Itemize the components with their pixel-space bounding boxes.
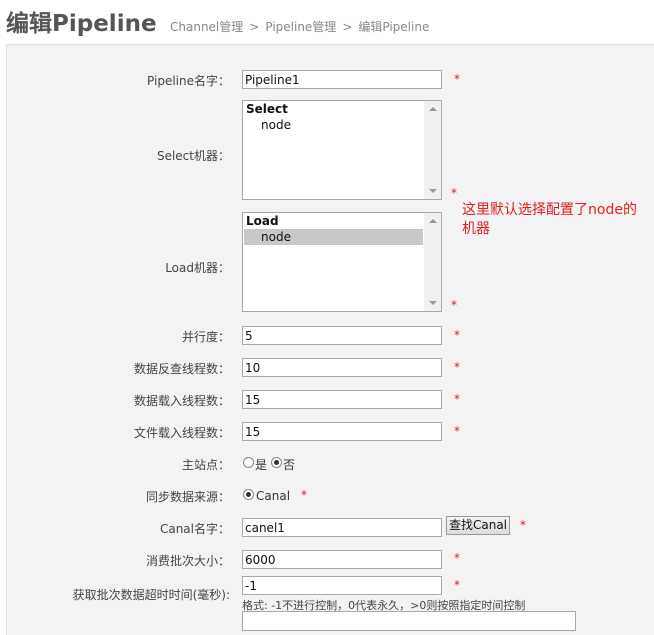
extract-threads-label: 数据反查线程数： bbox=[133, 362, 230, 376]
breadcrumb: Channel管理 > Pipeline管理 > 编辑Pipeline bbox=[170, 18, 429, 35]
required-marker: * bbox=[451, 298, 457, 312]
canal-name-input[interactable] bbox=[242, 518, 442, 537]
extract-threads-input[interactable] bbox=[242, 358, 442, 377]
scroll-down-icon[interactable] bbox=[429, 189, 437, 193]
required-marker: * bbox=[454, 424, 460, 438]
main-station-label: 主站点： bbox=[181, 458, 230, 472]
canal-name-label: Canal名字： bbox=[159, 522, 230, 536]
load-threads-input[interactable] bbox=[242, 390, 442, 409]
load-machine-label: Load机器： bbox=[165, 261, 230, 275]
scroll-up-icon[interactable] bbox=[429, 219, 437, 223]
select-group-label: Select bbox=[246, 102, 288, 116]
select-machine-listbox[interactable]: Select node bbox=[242, 100, 442, 200]
main-station-yes-radio[interactable] bbox=[243, 457, 254, 468]
breadcrumb-item-channel[interactable]: Channel管理 bbox=[170, 20, 243, 34]
required-marker: * bbox=[454, 392, 460, 406]
main-station-yes-label[interactable]: 是 bbox=[255, 456, 267, 473]
main-station-no-label[interactable]: 否 bbox=[283, 456, 295, 473]
batch-timeout-label: 获取批次数据超时时间(毫秒): bbox=[72, 588, 230, 602]
sync-source-canal-label[interactable]: Canal bbox=[256, 489, 290, 503]
required-marker: * bbox=[301, 488, 307, 502]
required-marker: * bbox=[451, 186, 457, 200]
main-station-no-radio[interactable] bbox=[271, 457, 282, 468]
parallelism-label: 并行度： bbox=[181, 330, 230, 344]
find-canal-button[interactable]: 查找Canal bbox=[446, 516, 510, 535]
select-machine-label: Select机器： bbox=[156, 149, 230, 163]
description-textarea[interactable] bbox=[242, 611, 576, 631]
breadcrumb-separator: > bbox=[342, 20, 353, 34]
sync-source-label: 同步数据来源： bbox=[145, 490, 230, 504]
batch-size-label: 消费批次大小： bbox=[145, 554, 230, 568]
load-group-label: Load bbox=[246, 214, 279, 228]
file-load-threads-label: 文件载入线程数： bbox=[133, 426, 230, 440]
select-option-node[interactable]: node bbox=[244, 117, 423, 133]
select-scrollbar[interactable] bbox=[424, 101, 441, 199]
breadcrumb-item-pipeline[interactable]: Pipeline管理 bbox=[265, 20, 336, 34]
parallelism-input[interactable] bbox=[242, 326, 442, 345]
scroll-up-icon[interactable] bbox=[429, 107, 437, 111]
load-scrollbar[interactable] bbox=[424, 213, 441, 311]
pipeline-name-input[interactable] bbox=[242, 70, 442, 89]
required-marker: * bbox=[454, 72, 460, 86]
required-marker: * bbox=[454, 578, 460, 592]
load-option-node[interactable]: node bbox=[244, 229, 423, 245]
sync-source-canal-radio[interactable] bbox=[243, 489, 254, 500]
breadcrumb-separator: > bbox=[249, 20, 260, 34]
batch-timeout-input[interactable] bbox=[242, 576, 442, 595]
required-marker: * bbox=[520, 518, 526, 532]
pipeline-name-label: Pipeline名字： bbox=[147, 74, 230, 88]
required-marker: * bbox=[454, 551, 460, 565]
page-header: 编辑Pipeline Channel管理 > Pipeline管理 > 编辑Pipeli… bbox=[0, 0, 654, 44]
annotation-note: 这里默认选择配置了node的机器 bbox=[462, 202, 637, 237]
required-marker: * bbox=[454, 360, 460, 374]
load-threads-label: 数据载入线程数： bbox=[133, 394, 230, 408]
breadcrumb-item-current: 编辑Pipeline bbox=[358, 20, 430, 34]
file-load-threads-input[interactable] bbox=[242, 422, 442, 441]
batch-size-input[interactable] bbox=[242, 550, 442, 569]
scroll-down-icon[interactable] bbox=[429, 301, 437, 305]
load-machine-listbox[interactable]: Load node bbox=[242, 212, 442, 312]
page-title: 编辑Pipeline bbox=[6, 11, 157, 37]
required-marker: * bbox=[454, 328, 460, 342]
